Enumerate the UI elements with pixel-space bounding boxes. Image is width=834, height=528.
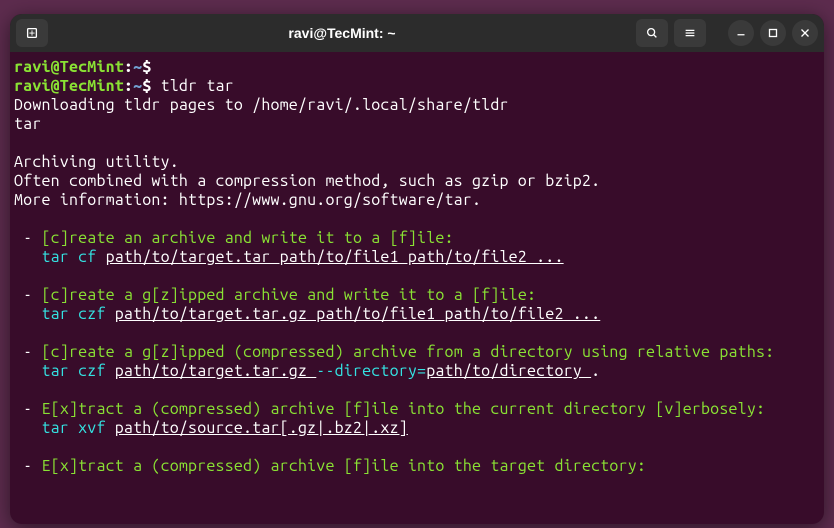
example-dot: . (591, 362, 600, 380)
example-arg: path/to/target.tar path/to/file1 path/to… (106, 248, 564, 266)
example-title: E[x]tract a (compressed) archive [f]ile … (42, 457, 647, 475)
example-cmd: tar cf (41, 248, 105, 266)
terminal-window: ravi@TecMint: ~ ravi@TecMint:~$ ravi@Tec… (10, 14, 824, 524)
minimize-button[interactable] (728, 20, 754, 46)
example-title: [c]reate an archive and write it to a [f… (42, 229, 454, 247)
command-line: tldr tar (151, 77, 233, 95)
bullet-dash: - (14, 343, 42, 361)
indent (14, 419, 41, 437)
example-cmd: tar xvf (41, 419, 114, 437)
terminal-content[interactable]: ravi@TecMint:~$ ravi@TecMint:~$ tldr tar… (10, 52, 824, 480)
example-title: E[x]tract a (compressed) archive [f]ile … (42, 400, 766, 418)
prompt-user: ravi@TecMint (14, 77, 124, 95)
output-line: Often combined with a compression method… (14, 172, 600, 190)
prompt-path: ~ (133, 77, 142, 95)
command-line (151, 58, 160, 76)
prompt-sep: : (124, 77, 133, 95)
example-arg: path/to/target.tar.gz path/to/file1 path… (115, 305, 600, 323)
new-tab-button[interactable] (16, 19, 48, 47)
indent (14, 305, 41, 323)
example-title: [c]reate a g[z]ipped archive and write i… (42, 286, 537, 304)
example-cmd: tar czf (41, 305, 114, 323)
prompt-path: ~ (133, 58, 142, 76)
bullet-dash: - (14, 286, 42, 304)
indent (14, 362, 41, 380)
menu-button[interactable] (674, 19, 706, 47)
example-cmd: tar czf (41, 362, 114, 380)
bullet-dash: - (14, 400, 42, 418)
bullet-dash: - (14, 229, 42, 247)
output-line: Downloading tldr pages to /home/ravi/.lo… (14, 96, 509, 114)
prompt-user: ravi@TecMint (14, 58, 124, 76)
example-title: [c]reate a g[z]ipped (compressed) archiv… (42, 343, 775, 361)
maximize-button[interactable] (760, 20, 786, 46)
titlebar: ravi@TecMint: ~ (10, 14, 824, 52)
example-arg: path/to/target.tar.gz (115, 362, 317, 380)
indent (14, 248, 41, 266)
example-flag: --directory= (316, 362, 426, 380)
example-arg: path/to/directory (426, 362, 591, 380)
search-button[interactable] (636, 19, 668, 47)
bullet-dash: - (14, 457, 42, 475)
output-line: Archiving utility. (14, 153, 179, 171)
output-line: More information: https://www.gnu.org/so… (14, 191, 481, 209)
prompt-sep: : (124, 58, 133, 76)
close-button[interactable] (792, 20, 818, 46)
example-arg: path/to/source.tar[.gz|.bz2|.xz] (115, 419, 408, 437)
output-line: tar (14, 115, 41, 133)
window-title: ravi@TecMint: ~ (48, 25, 636, 41)
